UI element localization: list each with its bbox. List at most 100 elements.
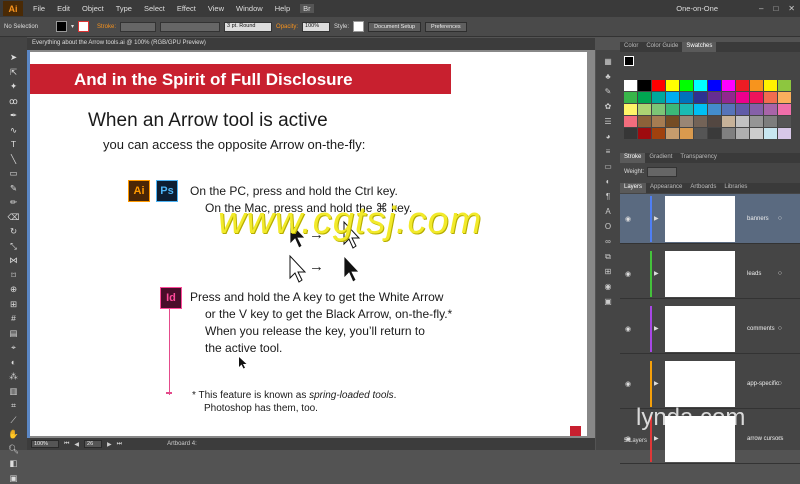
close-icon[interactable]: ✕: [783, 4, 800, 13]
magic-wand-icon[interactable]: ✦: [6, 80, 22, 92]
layer-row[interactable]: ◉ ▶ app-specific ○: [620, 359, 800, 409]
preferences-button[interactable]: Preferences: [425, 21, 467, 32]
menu-view[interactable]: View: [202, 4, 230, 13]
swatch[interactable]: [736, 92, 749, 103]
swatch[interactable]: [764, 92, 777, 103]
tab-color-guide[interactable]: Color Guide: [642, 42, 682, 52]
slice-tool-icon[interactable]: ⟋: [6, 414, 22, 426]
target-icon[interactable]: ○: [778, 215, 782, 222]
paintbrush-icon[interactable]: ✎: [6, 182, 22, 194]
swatch[interactable]: [652, 92, 665, 103]
perspective-grid-icon[interactable]: ⊞: [6, 298, 22, 310]
document-setup-button[interactable]: Document Setup: [368, 21, 422, 32]
curvature-tool-icon[interactable]: ∿: [6, 124, 22, 136]
swatch[interactable]: [638, 128, 651, 139]
swatch[interactable]: [638, 116, 651, 127]
swatch[interactable]: [708, 128, 721, 139]
selection-tool-icon[interactable]: ➤: [6, 51, 22, 63]
swatch[interactable]: [736, 128, 749, 139]
swatch[interactable]: [652, 116, 665, 127]
swatch[interactable]: [666, 92, 679, 103]
document-tab[interactable]: Everything about the Arrow tools.ai @ 10…: [27, 38, 595, 50]
graphic-styles-icon[interactable]: ▣: [601, 296, 615, 307]
fill-swatch[interactable]: [56, 21, 67, 32]
style-swatch[interactable]: [353, 21, 365, 32]
swatch[interactable]: [778, 104, 791, 115]
swatch[interactable]: [722, 128, 735, 139]
swatch[interactable]: [652, 104, 665, 115]
expand-icon[interactable]: ▶: [654, 325, 659, 332]
swatch[interactable]: [694, 80, 707, 91]
swatch[interactable]: [638, 92, 651, 103]
swatch[interactable]: [638, 80, 651, 91]
swatch[interactable]: [638, 104, 651, 115]
swatch[interactable]: [722, 104, 735, 115]
zoom-tool-icon[interactable]: 🔍︎: [6, 443, 22, 455]
expand-icon[interactable]: ▶: [654, 270, 659, 277]
align-icon[interactable]: ☰: [601, 116, 615, 127]
swatch[interactable]: [750, 128, 763, 139]
swatch[interactable]: [764, 116, 777, 127]
swatch[interactable]: [694, 116, 707, 127]
menu-edit[interactable]: Edit: [51, 4, 76, 13]
swatch[interactable]: [722, 92, 735, 103]
eyedropper-icon[interactable]: ⌖: [6, 341, 22, 353]
type-tool-icon[interactable]: T: [6, 138, 22, 150]
layer-row[interactable]: ◉ ▶ comments ○: [620, 304, 800, 354]
club-icon[interactable]: ♣: [601, 71, 615, 82]
paragraph-icon[interactable]: ¶: [601, 191, 615, 202]
swatch[interactable]: [764, 80, 777, 91]
swatch[interactable]: [624, 116, 637, 127]
swatch[interactable]: [736, 116, 749, 127]
menu-object[interactable]: Object: [76, 4, 110, 13]
links-icon[interactable]: ∞: [601, 236, 615, 247]
stroke-swatch[interactable]: [78, 21, 90, 32]
expand-icon[interactable]: ▶: [654, 435, 659, 442]
gradient-icon[interactable]: ▭: [601, 161, 615, 172]
swatch[interactable]: [666, 80, 679, 91]
layer-row[interactable]: ◉ ▶ banners ○: [620, 194, 800, 244]
pen-tool-icon[interactable]: ✒: [6, 109, 22, 121]
menu-select[interactable]: Select: [138, 4, 171, 13]
free-transform-icon[interactable]: ⌑: [6, 269, 22, 281]
symbol-sprayer-icon[interactable]: ⁂: [6, 370, 22, 382]
swatch[interactable]: [680, 104, 693, 115]
character-icon[interactable]: A: [601, 206, 615, 217]
variable-width-field[interactable]: [160, 21, 221, 32]
opacity-field[interactable]: 100%: [302, 21, 331, 32]
tab-appearance[interactable]: Appearance: [646, 183, 686, 193]
color-icon[interactable]: ◕: [601, 131, 615, 142]
chevron-down-icon[interactable]: ▾: [71, 23, 74, 30]
swatch[interactable]: [624, 80, 637, 91]
artboard-number-field[interactable]: 26: [84, 440, 103, 448]
swatch[interactable]: [666, 104, 679, 115]
swatch[interactable]: [694, 92, 707, 103]
tab-artboards[interactable]: Artboards: [686, 183, 720, 193]
menu-file[interactable]: File: [27, 4, 51, 13]
nav-last-icon[interactable]: ⏭: [117, 441, 122, 448]
transform-icon[interactable]: ⊞: [601, 266, 615, 277]
swatch[interactable]: [624, 128, 637, 139]
fill-stroke-icon[interactable]: ◧: [6, 457, 22, 469]
rectangle-tool-icon[interactable]: ▭: [6, 167, 22, 179]
swatch[interactable]: [736, 104, 749, 115]
bridge-button[interactable]: Br: [300, 4, 314, 13]
lasso-icon[interactable]: ꝏ: [6, 95, 22, 107]
scale-tool-icon[interactable]: ⤡: [6, 240, 22, 252]
brush-icon[interactable]: ✎: [601, 86, 615, 97]
workspace-switcher[interactable]: One-on-One: [670, 4, 724, 13]
symbols-icon[interactable]: ✿: [601, 101, 615, 112]
swatch[interactable]: [722, 80, 735, 91]
tab-layers[interactable]: Layers: [620, 183, 647, 193]
eye-icon[interactable]: ◉: [625, 270, 631, 278]
swatch[interactable]: [708, 92, 721, 103]
swatch[interactable]: [722, 116, 735, 127]
swatch[interactable]: [764, 128, 777, 139]
layer-row[interactable]: ◉ ▶ leads ○: [620, 249, 800, 299]
target-icon[interactable]: ○: [778, 380, 782, 387]
screen-mode-icon[interactable]: ▣: [6, 472, 22, 484]
swatch[interactable]: [680, 92, 693, 103]
target-icon[interactable]: ○: [778, 270, 782, 277]
artboards-icon[interactable]: ⧉: [601, 251, 615, 262]
menu-effect[interactable]: Effect: [171, 4, 202, 13]
